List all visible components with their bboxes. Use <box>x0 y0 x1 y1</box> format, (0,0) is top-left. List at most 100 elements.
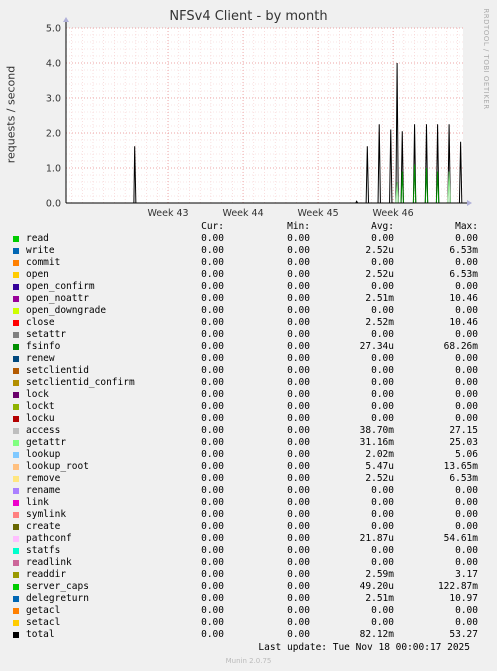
legend-min: 0.00 <box>287 473 310 484</box>
legend-name: lookup_root <box>26 461 89 472</box>
legend-cur: 0.00 <box>201 353 224 364</box>
legend-max: 0.00 <box>455 233 478 244</box>
legend-avg: 0.00 <box>371 509 394 520</box>
legend-min: 0.00 <box>287 545 310 556</box>
legend-cur: 0.00 <box>201 593 224 604</box>
legend-row: open 0.00 0.00 2.52u 6.53m <box>10 269 490 281</box>
legend-swatch <box>13 260 19 266</box>
legend-avg: 21.87u <box>359 533 394 544</box>
legend-row: renew 0.00 0.00 0.00 0.00 <box>10 353 490 365</box>
legend-row: readlink 0.00 0.00 0.00 0.00 <box>10 557 490 569</box>
legend-header: Cur: Min: Avg: Max: <box>10 221 490 233</box>
legend-cur: 0.00 <box>201 557 224 568</box>
legend-row: statfs 0.00 0.00 0.00 0.00 <box>10 545 490 557</box>
legend-avg: 2.52m <box>365 317 394 328</box>
legend-name: lockt <box>26 401 55 412</box>
legend-min: 0.00 <box>287 569 310 580</box>
legend-cur: 0.00 <box>201 509 224 520</box>
legend-name: server_caps <box>26 581 89 592</box>
legend-avg: 0.00 <box>371 617 394 628</box>
legend-row: setattr 0.00 0.00 0.00 0.00 <box>10 329 490 341</box>
legend-row: open_confirm 0.00 0.00 0.00 0.00 <box>10 281 490 293</box>
legend-min: 0.00 <box>287 461 310 472</box>
legend-swatch <box>13 284 19 290</box>
legend-avg: 2.52u <box>365 245 394 256</box>
y-tick-label: 2.0 <box>46 129 61 140</box>
legend-swatch <box>13 380 19 386</box>
legend-name: open_confirm <box>26 281 95 292</box>
legend-min: 0.00 <box>287 509 310 520</box>
legend-avg: 0.00 <box>371 557 394 568</box>
legend-max: 0.00 <box>455 389 478 400</box>
legend-min: 0.00 <box>287 257 310 268</box>
legend-avg: 0.00 <box>371 485 394 496</box>
legend-avg: 0.00 <box>371 305 394 316</box>
legend-cur: 0.00 <box>201 629 224 640</box>
legend-name: renew <box>26 353 55 364</box>
legend-swatch <box>13 608 19 614</box>
legend-name: total <box>26 629 55 640</box>
legend-row: access 0.00 0.00 38.70m 27.15 <box>10 425 490 437</box>
legend-avg: 2.52u <box>365 473 394 484</box>
legend-avg: 0.00 <box>371 233 394 244</box>
legend-max: 122.87m <box>437 581 478 592</box>
legend-avg: 0.00 <box>371 281 394 292</box>
chart-area: 0.0 1.0 2.0 3.0 4.0 5.0 Week 43 Week 44 Week 45 W… <box>46 17 472 219</box>
legend-avg: 0.00 <box>371 365 394 376</box>
legend-row: total 0.00 0.00 82.12m 53.27 <box>10 629 490 641</box>
legend-min: 0.00 <box>287 317 310 328</box>
legend-row: setclientid 0.00 0.00 0.00 0.00 <box>10 365 490 377</box>
legend-swatch <box>13 308 19 314</box>
column-cur: Cur: <box>201 221 224 232</box>
legend-name: open_noattr <box>26 293 89 304</box>
legend-min: 0.00 <box>287 605 310 616</box>
legend-cur: 0.00 <box>201 233 224 244</box>
legend-avg: 0.00 <box>371 605 394 616</box>
legend-name: setacl <box>26 617 61 628</box>
legend-swatch <box>13 392 19 398</box>
column-max: Max: <box>455 221 478 232</box>
legend-swatch <box>13 464 19 470</box>
legend-cur: 0.00 <box>201 545 224 556</box>
legend-cur: 0.00 <box>201 377 224 388</box>
legend-max: 0.00 <box>455 497 478 508</box>
legend-avg: 2.51m <box>365 593 394 604</box>
legend-cur: 0.00 <box>201 281 224 292</box>
legend-row: delegreturn 0.00 0.00 2.51m 10.97 <box>10 593 490 605</box>
column-avg: Avg: <box>371 221 394 232</box>
legend-swatch <box>13 584 19 590</box>
legend-min: 0.00 <box>287 389 310 400</box>
legend-swatch <box>13 272 19 278</box>
legend-max: 10.46 <box>449 317 478 328</box>
legend-cur: 0.00 <box>201 401 224 412</box>
legend-row: link 0.00 0.00 0.00 0.00 <box>10 497 490 509</box>
legend-name: lock <box>26 389 49 400</box>
legend-swatch <box>13 548 19 554</box>
legend-min: 0.00 <box>287 293 310 304</box>
legend-cur: 0.00 <box>201 293 224 304</box>
legend-avg: 31.16m <box>359 437 394 448</box>
legend-name: setclientid <box>26 365 89 376</box>
legend-row: remove 0.00 0.00 2.52u 6.53m <box>10 473 490 485</box>
legend-cur: 0.00 <box>201 461 224 472</box>
legend-max: 0.00 <box>455 257 478 268</box>
legend-avg: 49.20u <box>359 581 394 592</box>
y-tick-label: 0.0 <box>46 199 61 210</box>
legend-row: open_noattr 0.00 0.00 2.51m 10.46 <box>10 293 490 305</box>
legend-rows: read 0.00 0.00 0.00 0.00 write 0.00 0.00 2.52u 6.… <box>10 233 490 641</box>
legend-swatch <box>13 440 19 446</box>
legend-max: 3.17 <box>455 569 478 580</box>
legend-row: lockt 0.00 0.00 0.00 0.00 <box>10 401 490 413</box>
legend-max: 0.00 <box>455 365 478 376</box>
legend-name: statfs <box>26 545 61 556</box>
legend-cur: 0.00 <box>201 533 224 544</box>
legend-name: open <box>26 269 49 280</box>
legend-min: 0.00 <box>287 629 310 640</box>
legend-max: 6.53m <box>449 245 478 256</box>
legend-row: create 0.00 0.00 0.00 0.00 <box>10 521 490 533</box>
legend-max: 0.00 <box>455 605 478 616</box>
legend-swatch <box>13 488 19 494</box>
legend-swatch <box>13 404 19 410</box>
legend-name: link <box>26 497 49 508</box>
legend-row: commit 0.00 0.00 0.00 0.00 <box>10 257 490 269</box>
